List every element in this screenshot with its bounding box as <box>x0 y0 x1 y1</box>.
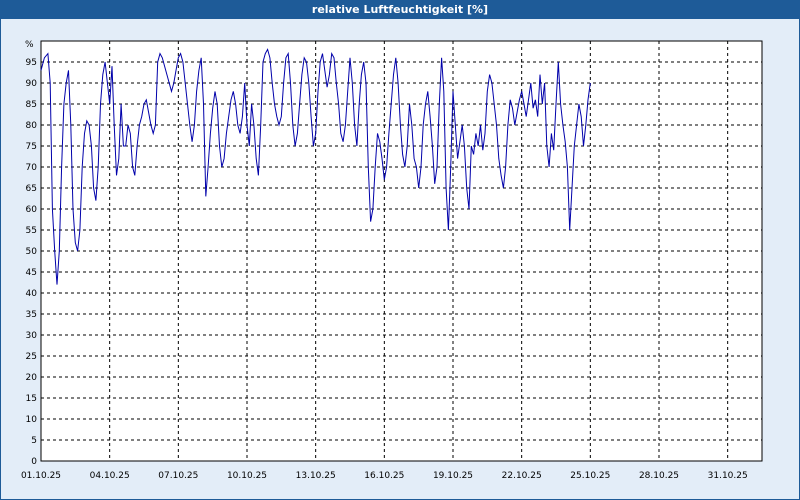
y-tick-label: 40 <box>26 289 38 299</box>
y-tick-label: 45 <box>26 268 37 278</box>
y-tick-label: 50 <box>26 247 38 257</box>
x-tick-label: 25.10.25 <box>570 471 610 481</box>
x-tick-label: 04.10.25 <box>90 471 130 481</box>
grid <box>41 41 762 461</box>
x-tick-label: 31.10.25 <box>708 471 748 481</box>
y-axis-unit-label: % <box>25 40 34 50</box>
humidity-chart: 0 5 10 15 20 25 30 35 40 45 50 55 60 65 70 75 80 85 90 95 0… <box>21 40 763 481</box>
y-tick-label: 75 <box>26 142 37 152</box>
y-tick-label: 90 <box>26 79 38 89</box>
x-tick-label: 28.10.25 <box>639 471 679 481</box>
y-tick-label: 80 <box>26 121 38 131</box>
y-tick-label: 60 <box>26 205 38 215</box>
x-tick-label: 01.10.25 <box>21 471 61 481</box>
x-tick-label: 22.10.25 <box>502 471 542 481</box>
y-tick-label: 95 <box>26 58 37 68</box>
y-tick-label: 30 <box>26 331 38 341</box>
y-tick-label: 85 <box>26 100 37 110</box>
x-tick-label: 07.10.25 <box>158 471 198 481</box>
y-tick-label: 35 <box>26 310 37 320</box>
y-tick-label: 0 <box>31 457 37 467</box>
y-tick-label: 15 <box>26 394 37 404</box>
y-tick-label: 20 <box>26 373 38 383</box>
y-tick-label: 10 <box>26 415 38 425</box>
x-tick-label: 10.10.25 <box>227 471 267 481</box>
y-axis-ticks: 0 5 10 15 20 25 30 35 40 45 50 55 60 65 70 75 80 85 90 95 <box>26 58 38 467</box>
y-tick-label: 55 <box>26 226 37 236</box>
y-tick-label: 5 <box>31 436 37 446</box>
x-tick-label: 16.10.25 <box>364 471 404 481</box>
x-tick-label: 13.10.25 <box>296 471 336 481</box>
x-tick-label: 19.10.25 <box>433 471 473 481</box>
x-axis-ticks: 01.10.25 04.10.25 07.10.25 10.10.25 13.10.25… <box>21 471 748 481</box>
y-tick-label: 65 <box>26 184 37 194</box>
y-tick-label: 70 <box>26 163 38 173</box>
y-tick-label: 25 <box>26 352 37 362</box>
